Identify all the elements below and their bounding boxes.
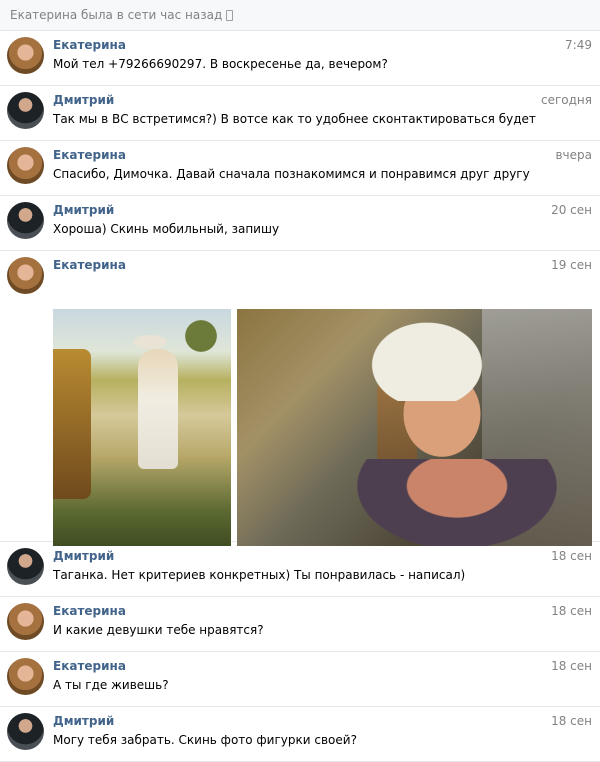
avatar[interactable] (7, 713, 44, 750)
author-name[interactable]: Екатерина (53, 148, 126, 162)
author-name[interactable]: Дмитрий (53, 714, 114, 728)
message-item: Екатерина 18 сен И какие девушки тебе нр… (0, 597, 600, 652)
message-text: А ты где живешь? (53, 678, 169, 692)
message-time: 18 сен (551, 549, 592, 563)
avatar[interactable] (7, 603, 44, 640)
message-text: Мой тел +79266690297. В воскресенье да, … (53, 57, 388, 71)
message-text: Так мы в ВС встретимся?) В вотсе как то … (53, 112, 536, 126)
message-time: 18 сен (551, 604, 592, 618)
avatar[interactable] (7, 147, 44, 184)
phone-icon (226, 9, 234, 21)
message-item: Дмитрий сегодня Так мы в ВС встретимся?)… (0, 86, 600, 141)
message-item: Екатерина 18 сен А ты где живешь? (0, 652, 600, 707)
author-name[interactable]: Дмитрий (53, 93, 114, 107)
author-name[interactable]: Екатерина (53, 604, 126, 618)
photo-attachment[interactable] (53, 309, 231, 546)
author-name[interactable]: Екатерина (53, 38, 126, 52)
avatar[interactable] (7, 658, 44, 695)
message-text: Таганка. Нет критериев конкретных) Ты по… (53, 568, 466, 582)
author-name[interactable]: Дмитрий (53, 203, 114, 217)
message-text: И какие девушки тебе нравятся? (53, 623, 264, 637)
message-text: Могу тебя забрать. Скинь фото фигурки св… (53, 733, 357, 747)
avatar[interactable] (7, 37, 44, 74)
message-time: 18 сен (551, 714, 592, 728)
message-time: 18 сен (551, 659, 592, 673)
avatar[interactable] (7, 257, 44, 294)
truck-shape (53, 349, 91, 499)
message-time: 7:49 (565, 38, 592, 52)
avatar[interactable] (7, 202, 44, 239)
photo-attachment[interactable] (237, 309, 592, 546)
author-name[interactable]: Екатерина (53, 659, 126, 673)
avatar[interactable] (7, 92, 44, 129)
message-time: 19 сен (551, 258, 592, 272)
message-item: Екатерина 7:49 Мой тел +79266690297. В в… (0, 31, 600, 86)
message-text: Хороша) Скинь мобильный, запишу (53, 222, 280, 236)
message-time: вчера (555, 148, 592, 162)
message-item: Екатерина вчера Спасибо, Димочка. Давай … (0, 141, 600, 196)
message-time: 20 сен (551, 203, 592, 217)
hat-shape (133, 335, 167, 349)
message-item: Екатерина 19 сен (0, 251, 600, 546)
avatar[interactable] (7, 548, 44, 585)
message-text: Спасибо, Димочка. Давай сначала познаком… (53, 167, 530, 181)
author-name[interactable]: Дмитрий (53, 549, 114, 563)
message-item: Дмитрий 20 сен Хороша) Скинь мобильный, … (0, 196, 600, 251)
person-shape (138, 349, 178, 469)
tree-shape (171, 311, 231, 361)
hat-shape (357, 311, 497, 401)
author-name[interactable]: Екатерина (53, 258, 126, 272)
online-status: Екатерина была в сети час назад (10, 8, 223, 22)
chat-header: Екатерина была в сети час назад (0, 0, 600, 31)
body-shape (357, 459, 557, 546)
message-item: Дмитрий 18 сен Таганка. Нет критериев ко… (0, 542, 600, 597)
message-item: Дмитрий 18 сен Могу тебя забрать. Скинь … (0, 707, 600, 762)
message-time: сегодня (541, 93, 592, 107)
